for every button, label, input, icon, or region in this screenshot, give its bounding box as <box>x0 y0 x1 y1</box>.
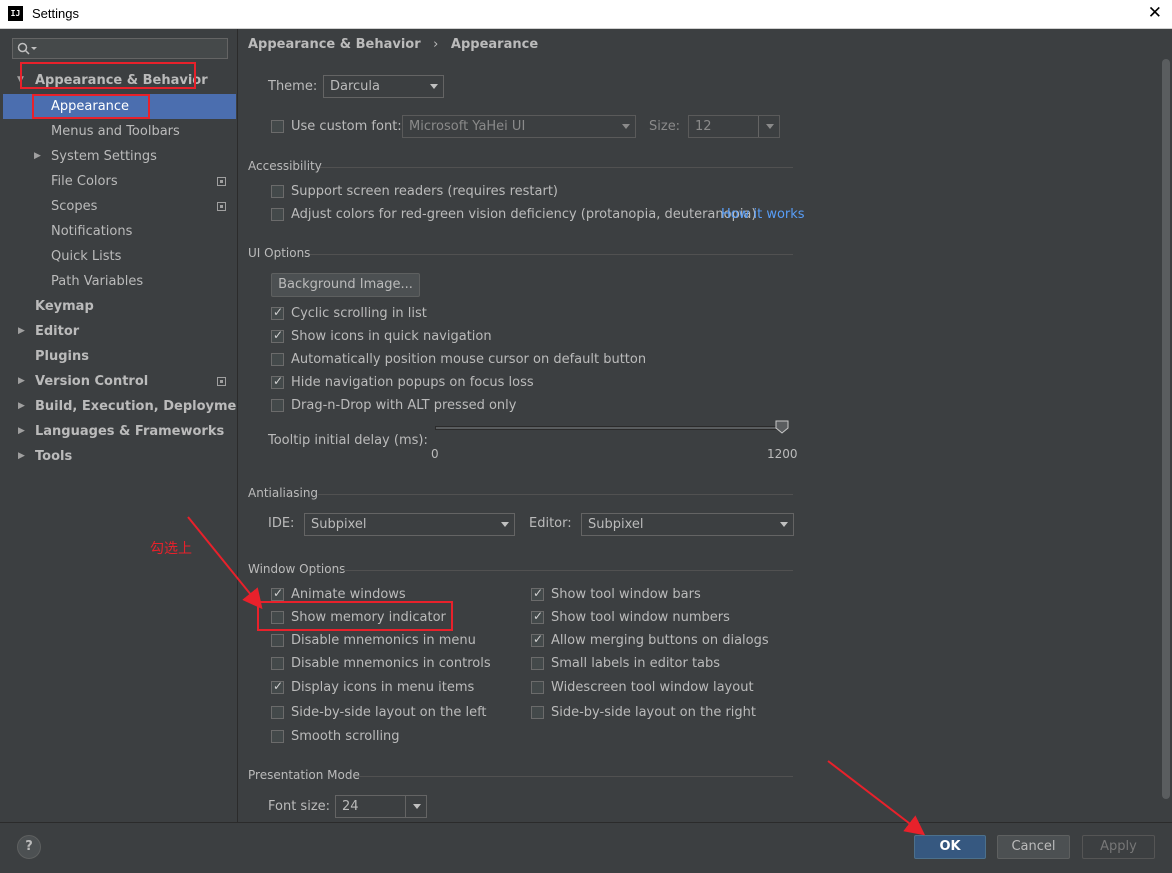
annotation-arrow-ok <box>827 760 926 836</box>
annotation-arrow-memory <box>187 516 263 610</box>
annotation-arrows <box>187 516 926 836</box>
